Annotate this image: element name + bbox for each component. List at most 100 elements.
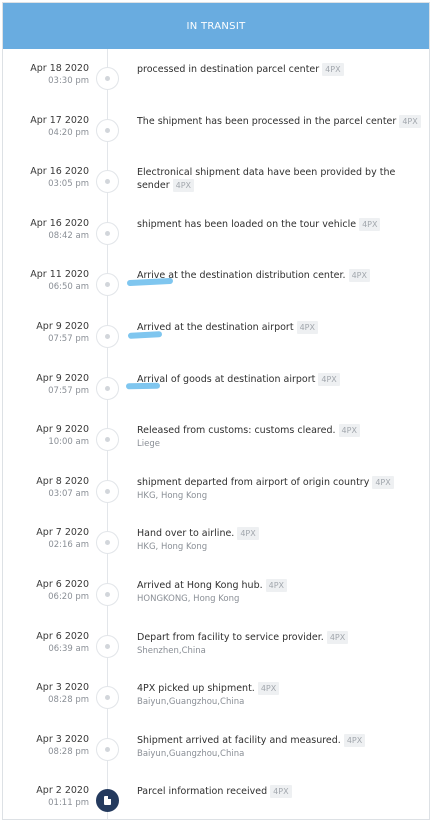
event-description: Arrival of goods at destination airport <box>137 373 316 385</box>
event-content: The shipment has been processed in the p… <box>137 114 421 128</box>
timeline-event: Apr 18 2020 03:30 pm processed in destin… <box>3 63 429 115</box>
timeline-node <box>96 634 119 658</box>
carrier-badge: 4PX <box>343 733 366 747</box>
timeline-dot <box>105 437 110 443</box>
event-time: 07:57 pm <box>48 385 89 396</box>
carrier-badge: 4PX <box>237 527 259 541</box>
carrier-badge: 4PX <box>257 682 280 696</box>
event-date: Apr 11 2020 <box>30 269 89 281</box>
event-date: Apr 9 2020 <box>36 372 89 384</box>
event-time: 08:28 pm <box>48 695 89 706</box>
timeline-event: Apr 8 2020 03:07 am shipment departed fr… <box>3 475 429 528</box>
event-time: 02:16 am <box>48 540 89 551</box>
document-icon <box>96 789 119 813</box>
event-description: Released from customs: customs cleared. <box>137 425 336 437</box>
carrier-badge: 4PX <box>338 424 360 438</box>
timeline-event: Apr 3 2020 08:28 pm Shipment arrived at … <box>3 733 429 786</box>
event-content: Shipment arrived at facility and measure… <box>137 733 421 761</box>
event-content: Hand over to airline. 4PX HKG, Hong Kong <box>137 527 421 554</box>
highlight-mark <box>125 382 161 390</box>
event-date: Apr 8 2020 <box>36 475 89 487</box>
event-location: Baiyun,Guangzhou,China <box>137 697 245 708</box>
timeline-dot <box>105 488 110 494</box>
event-location: Baiyun,Guangzhou,China <box>137 748 245 759</box>
timeline-node <box>96 531 119 555</box>
event-content: Electronical shipment data have been pro… <box>137 166 421 193</box>
timeline-dot <box>105 592 110 597</box>
carrier-badge: 4PX <box>265 579 288 592</box>
timeline-node <box>96 737 119 761</box>
timeline-node <box>96 221 119 245</box>
timeline-dot <box>105 282 110 288</box>
timeline-dot <box>105 230 110 236</box>
event-content: Released from customs: customs cleared. 4… <box>137 424 421 451</box>
carrier-badge: 4PX <box>172 179 195 193</box>
timeline-node <box>96 273 119 297</box>
event-time: 08:42 am <box>48 230 89 241</box>
event-description: processed in destination parcel center <box>137 64 320 75</box>
timeline-event: Apr 6 2020 06:20 pm Arrived at Hong Kong… <box>3 579 429 631</box>
event-description: Arrived at Hong Kong hub. <box>137 580 263 591</box>
event-location: Liege <box>137 439 160 450</box>
timeline-node <box>96 325 119 348</box>
event-content: Parcel information received 4PX <box>137 785 421 799</box>
event-location: HKG, Hong Kong <box>137 542 208 553</box>
timeline-node <box>96 428 119 452</box>
document-glyph <box>104 796 111 806</box>
event-time: 10:00 am <box>48 437 89 448</box>
carrier-badge: 4PX <box>372 475 394 489</box>
event-date: Apr 7 2020 <box>36 527 89 539</box>
timeline-event: Apr 17 2020 04:20 pm The shipment has be… <box>3 114 429 167</box>
event-date: Apr 18 2020 <box>30 63 89 74</box>
carrier-badge: 4PX <box>326 630 349 644</box>
event-date: Apr 16 2020 <box>30 217 89 229</box>
timeline-dot <box>105 695 110 701</box>
tracking-panel: IN TRANSIT Apr 18 2020 03:30 pm processe… <box>2 2 430 820</box>
timeline-node <box>96 118 119 142</box>
event-description: Depart from facility to service provider… <box>137 631 324 643</box>
timeline-event: Apr 9 2020 10:00 am Released from custom… <box>3 424 429 476</box>
carrier-badge: 4PX <box>318 372 340 386</box>
event-date: Apr 3 2020 <box>36 682 89 694</box>
event-date: Apr 2 2020 <box>36 785 89 797</box>
carrier-badge: 4PX <box>296 321 318 334</box>
carrier-badge: 4PX <box>322 63 344 76</box>
event-time: 03:05 pm <box>48 179 89 190</box>
timeline-event: Apr 16 2020 08:42 am shipment has been l… <box>3 217 429 270</box>
event-description: shipment has been loaded on the tour veh… <box>137 218 357 230</box>
timeline-node <box>96 170 119 194</box>
event-location: HONGKONG, Hong Kong <box>137 594 240 604</box>
event-time: 07:57 pm <box>48 334 89 344</box>
timeline-dot <box>105 334 110 339</box>
event-description: shipment departed from airport of origin… <box>137 476 370 488</box>
event-time: 04:20 pm <box>48 127 89 138</box>
event-date: Apr 3 2020 <box>36 733 89 745</box>
event-time: 01:11 pm <box>48 798 89 809</box>
timeline-dot <box>105 385 110 391</box>
timeline-node <box>96 67 119 90</box>
event-description: 4PX picked up shipment. <box>137 683 255 695</box>
event-time: 03:30 pm <box>48 76 89 86</box>
timeline-event: Apr 9 2020 07:57 pm Arrival of goods at … <box>3 372 429 425</box>
event-content: Depart from facility to service provider… <box>137 630 421 658</box>
timeline-event: Apr 2 2020 01:11 pm Parcel information r… <box>3 785 429 819</box>
timeline-dot <box>105 746 110 752</box>
event-location: Shenzhen,China <box>137 645 206 656</box>
carrier-badge: 4PX <box>348 269 370 283</box>
timeline-node <box>96 583 119 606</box>
event-date: Apr 6 2020 <box>36 630 89 642</box>
timeline-event: Apr 16 2020 03:05 pm Electronical shipme… <box>3 166 429 218</box>
timeline-dot <box>105 540 110 546</box>
event-date: Apr 9 2020 <box>36 321 89 332</box>
timeline-event: Apr 11 2020 06:50 am Arrive at the desti… <box>3 269 429 321</box>
event-description: The shipment has been processed in the p… <box>137 115 397 127</box>
timeline-node <box>96 479 119 503</box>
event-content: Arrived at the destination airport 4PX <box>137 321 421 334</box>
event-date: Apr 16 2020 <box>30 166 89 178</box>
event-date: Apr 17 2020 <box>30 114 89 126</box>
event-content: processed in destination parcel center 4P… <box>137 63 421 76</box>
event-content: Arrival of goods at destination airport 4… <box>137 372 421 386</box>
carrier-badge: 4PX <box>270 785 292 799</box>
event-content: shipment has been loaded on the tour veh… <box>137 217 421 231</box>
timeline-event: Apr 3 2020 08:28 pm 4PX picked up shipme… <box>3 682 429 734</box>
